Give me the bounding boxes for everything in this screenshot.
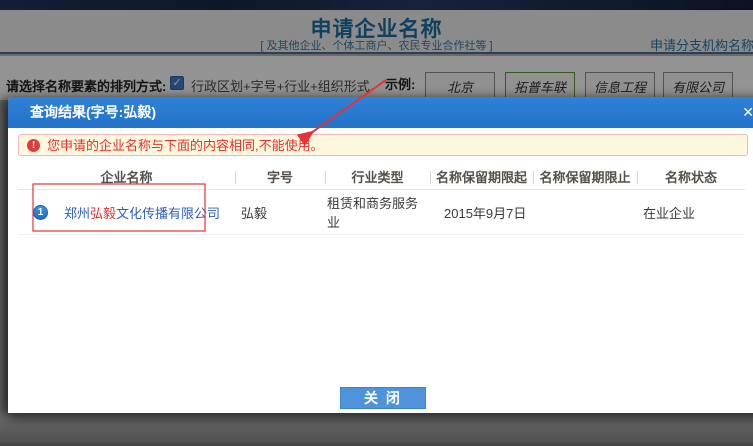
warning-text: 您申请的企业名称与下面的内容相同,不能使用。 <box>47 135 324 156</box>
query-result-modal: 查询结果(字号:弘毅) ✕ ! 您申请的企业名称与下面的内容相同,不能使用。 企… <box>8 97 753 413</box>
col-header-trade-name: 字号 <box>235 166 325 189</box>
result-table: 企业名称 字号 行业类型 名称保留期限起 名称保留期限止 名称状态 1 郑州弘毅… <box>18 166 745 235</box>
company-name-link[interactable]: 郑州弘毅文化传播有限公司 <box>64 203 220 222</box>
table-row: 1 郑州弘毅文化传播有限公司 弘毅 租赁和商务服务业 2015年9月7日 在业企… <box>18 190 745 235</box>
trade-name-cell: 弘毅 <box>235 190 325 234</box>
industry-cell: 租赁和商务服务业 <box>325 190 430 234</box>
col-header-reserve-end: 名称保留期限止 <box>533 166 637 189</box>
reserve-end-cell <box>533 190 637 234</box>
row-index-badge: 1 <box>33 205 48 220</box>
col-header-reserve-start: 名称保留期限起 <box>430 166 533 189</box>
col-header-status: 名称状态 <box>637 166 745 189</box>
modal-header: 查询结果(字号:弘毅) ✕ <box>8 97 753 128</box>
highlighted-trade-name: 弘毅 <box>90 206 116 221</box>
close-button[interactable]: 关 闭 <box>340 387 426 409</box>
reserve-start-cell: 2015年9月7日 <box>430 190 533 234</box>
page: 申请企业名称 [ 及其他企业、个体工商户、农民专业合作社等 ] 申请分支机构名称… <box>0 0 753 446</box>
table-header-row: 企业名称 字号 行业类型 名称保留期限起 名称保留期限止 名称状态 <box>18 166 745 190</box>
warning-icon: ! <box>27 139 40 152</box>
col-header-industry: 行业类型 <box>325 166 430 189</box>
company-name-cell: 1 郑州弘毅文化传播有限公司 <box>18 190 235 234</box>
modal-title: 查询结果(字号:弘毅) <box>30 97 156 128</box>
close-icon[interactable]: ✕ <box>742 97 753 128</box>
col-header-company-name: 企业名称 <box>18 166 235 189</box>
duplicate-name-warning: ! 您申请的企业名称与下面的内容相同,不能使用。 <box>18 134 748 156</box>
status-cell: 在业企业 <box>637 190 745 234</box>
